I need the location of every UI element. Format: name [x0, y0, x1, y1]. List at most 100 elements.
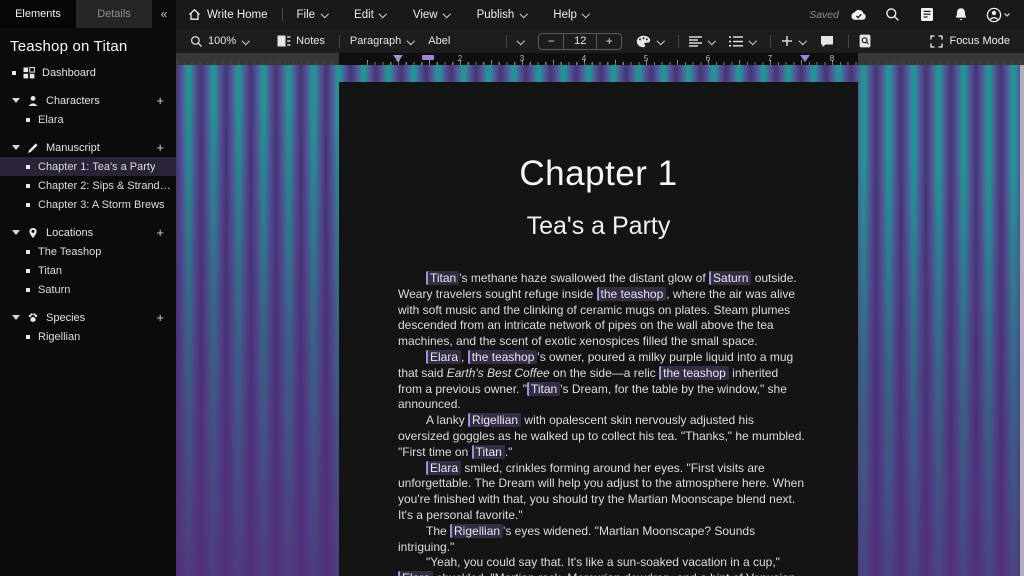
sidebar-collapse-button[interactable]: « — [152, 0, 176, 28]
first-line-indent-marker[interactable] — [422, 55, 434, 60]
chevron-down-icon[interactable] — [12, 230, 20, 235]
search-icon[interactable] — [884, 6, 901, 23]
ruler[interactable]: 12345678 — [176, 53, 1024, 65]
divider — [848, 35, 849, 48]
mention-chip[interactable]: Titan — [527, 382, 560, 396]
chevron-down-icon — [241, 37, 249, 45]
menu-edit[interactable]: Edit — [354, 9, 387, 21]
scrollbar[interactable] — [1020, 65, 1024, 576]
sidebar-group-manuscript[interactable]: Manuscript + — [0, 138, 176, 157]
chevron-down-icon[interactable] — [12, 145, 20, 150]
add-species-button[interactable]: + — [156, 310, 164, 325]
write-home-button[interactable]: Write Home — [188, 8, 268, 21]
bullet-icon — [26, 288, 30, 292]
mention-chip[interactable]: Elara — [426, 350, 461, 364]
bullet-icon — [26, 203, 30, 207]
paragraph: A lanky Rigellian with opalescent skin n… — [398, 413, 805, 460]
project-title: Teashop on Titan — [0, 28, 176, 63]
font-size-decrease-button[interactable]: − — [539, 34, 563, 49]
sidebar-item-titan[interactable]: Titan — [0, 261, 176, 280]
menu-publish[interactable]: Publish — [477, 9, 528, 21]
list-control[interactable] — [729, 36, 756, 47]
mention-chip[interactable]: the teashop — [659, 366, 729, 380]
text-color-control[interactable] — [636, 35, 664, 48]
sidebar-item-label: Dashboard — [42, 67, 96, 79]
sidebar-group-species[interactable]: Species + — [0, 308, 176, 327]
sidebar: Elements Details « Teashop on Titan Dash… — [0, 0, 176, 576]
italic-text: Earth's Best Coffee — [447, 366, 550, 380]
sidebar-item-label: Rigellian — [38, 331, 80, 343]
chevron-down-icon — [798, 37, 806, 45]
font-value: Abel — [428, 35, 501, 47]
focus-mode-button[interactable]: Focus Mode — [930, 35, 1010, 48]
mention-chip[interactable]: the teashop — [597, 287, 667, 301]
tab-elements[interactable]: Elements — [0, 0, 76, 28]
sidebar-item-chapter-1[interactable]: Chapter 1: Tea's a Party — [0, 157, 176, 176]
paragraph: The Rigellian's eyes widened. "Martian M… — [398, 524, 805, 556]
document-body[interactable]: Titan's methane haze swallowed the dista… — [398, 271, 805, 576]
mention-chip[interactable]: Rigellian — [468, 413, 521, 427]
ruler-page-section[interactable]: 12345678 — [339, 53, 858, 65]
bell-icon[interactable] — [952, 6, 969, 23]
cloud-sync-icon[interactable] — [850, 6, 867, 23]
chevron-down-icon[interactable] — [12, 315, 20, 320]
add-location-button[interactable]: + — [156, 225, 164, 240]
menu-file[interactable]: File — [297, 9, 329, 21]
menu-help[interactable]: Help — [553, 9, 590, 21]
sidebar-group-locations[interactable]: Locations + — [0, 223, 176, 242]
ruler-number: 1 — [396, 54, 400, 63]
bullet-icon — [26, 335, 30, 339]
text-align-control[interactable] — [689, 36, 715, 47]
font-size-increase-button[interactable]: + — [597, 34, 621, 49]
sidebar-item-dashboard[interactable]: Dashboard — [0, 63, 176, 82]
font-family-select[interactable]: Abel — [428, 35, 524, 48]
mention-chip[interactable]: Titan — [472, 445, 505, 459]
sidebar-item-rigellian[interactable]: Rigellian — [0, 327, 176, 346]
tab-details[interactable]: Details — [76, 0, 152, 28]
format-toolbar: 100% Notes Paragraph Abel − 12 + — [176, 29, 1024, 53]
chevron-down-icon — [656, 37, 664, 45]
notes-toggle[interactable]: Notes — [277, 35, 325, 47]
divider — [770, 35, 771, 48]
sidebar-item-label: Titan — [38, 265, 62, 277]
notes-journal-icon[interactable] — [918, 6, 935, 23]
user-account-icon[interactable] — [986, 6, 1012, 23]
ruler-number: 2 — [458, 54, 462, 63]
zoom-control[interactable]: 100% — [190, 35, 249, 48]
document-page[interactable]: Chapter 1 Tea's a Party Titan's methane … — [339, 82, 858, 576]
sidebar-group-characters[interactable]: Characters + — [0, 91, 176, 110]
mention-chip[interactable]: Elara — [398, 571, 433, 576]
document-search-button[interactable] — [859, 34, 871, 48]
sidebar-group-label: Manuscript — [46, 142, 100, 154]
paragraph-style-select[interactable]: Paragraph — [350, 35, 414, 47]
mention-chip[interactable]: Titan — [426, 271, 459, 285]
sidebar-item-the-teashop[interactable]: The Teashop — [0, 242, 176, 261]
dashboard-grid-icon — [23, 67, 35, 79]
right-indent-marker[interactable] — [800, 55, 810, 62]
add-manuscript-button[interactable]: + — [156, 140, 164, 155]
font-size-value[interactable]: 12 — [563, 34, 597, 49]
insert-control[interactable] — [781, 35, 806, 47]
person-icon — [27, 95, 39, 107]
add-character-button[interactable]: + — [156, 93, 164, 108]
comment-button[interactable] — [820, 35, 834, 48]
mention-chip[interactable]: Rigellian — [450, 524, 503, 538]
mention-chip[interactable]: the teashop — [468, 350, 538, 364]
menu-view[interactable]: View — [413, 9, 451, 21]
sidebar-item-elara[interactable]: Elara — [0, 110, 176, 129]
bullet-icon — [12, 71, 16, 75]
sidebar-item-chapter-2[interactable]: Chapter 2: Sips & Stranded Spaceshi… — [0, 176, 176, 195]
chevron-down-icon[interactable] — [12, 98, 20, 103]
sidebar-item-saturn[interactable]: Saturn — [0, 280, 176, 299]
bullet-icon — [26, 250, 30, 254]
sidebar-item-chapter-3[interactable]: Chapter 3: A Storm Brews — [0, 195, 176, 214]
mention-chip[interactable]: Elara — [426, 461, 461, 475]
pencil-icon — [27, 142, 39, 154]
mention-chip[interactable]: Saturn — [709, 271, 751, 285]
sidebar-group-label: Species — [46, 312, 85, 324]
plus-icon — [781, 35, 793, 47]
focus-brackets-icon — [930, 35, 943, 48]
ruler-number: 8 — [830, 54, 834, 63]
paragraph: Elara, the teashop's owner, poured a mil… — [398, 350, 805, 413]
align-left-icon — [689, 36, 702, 47]
